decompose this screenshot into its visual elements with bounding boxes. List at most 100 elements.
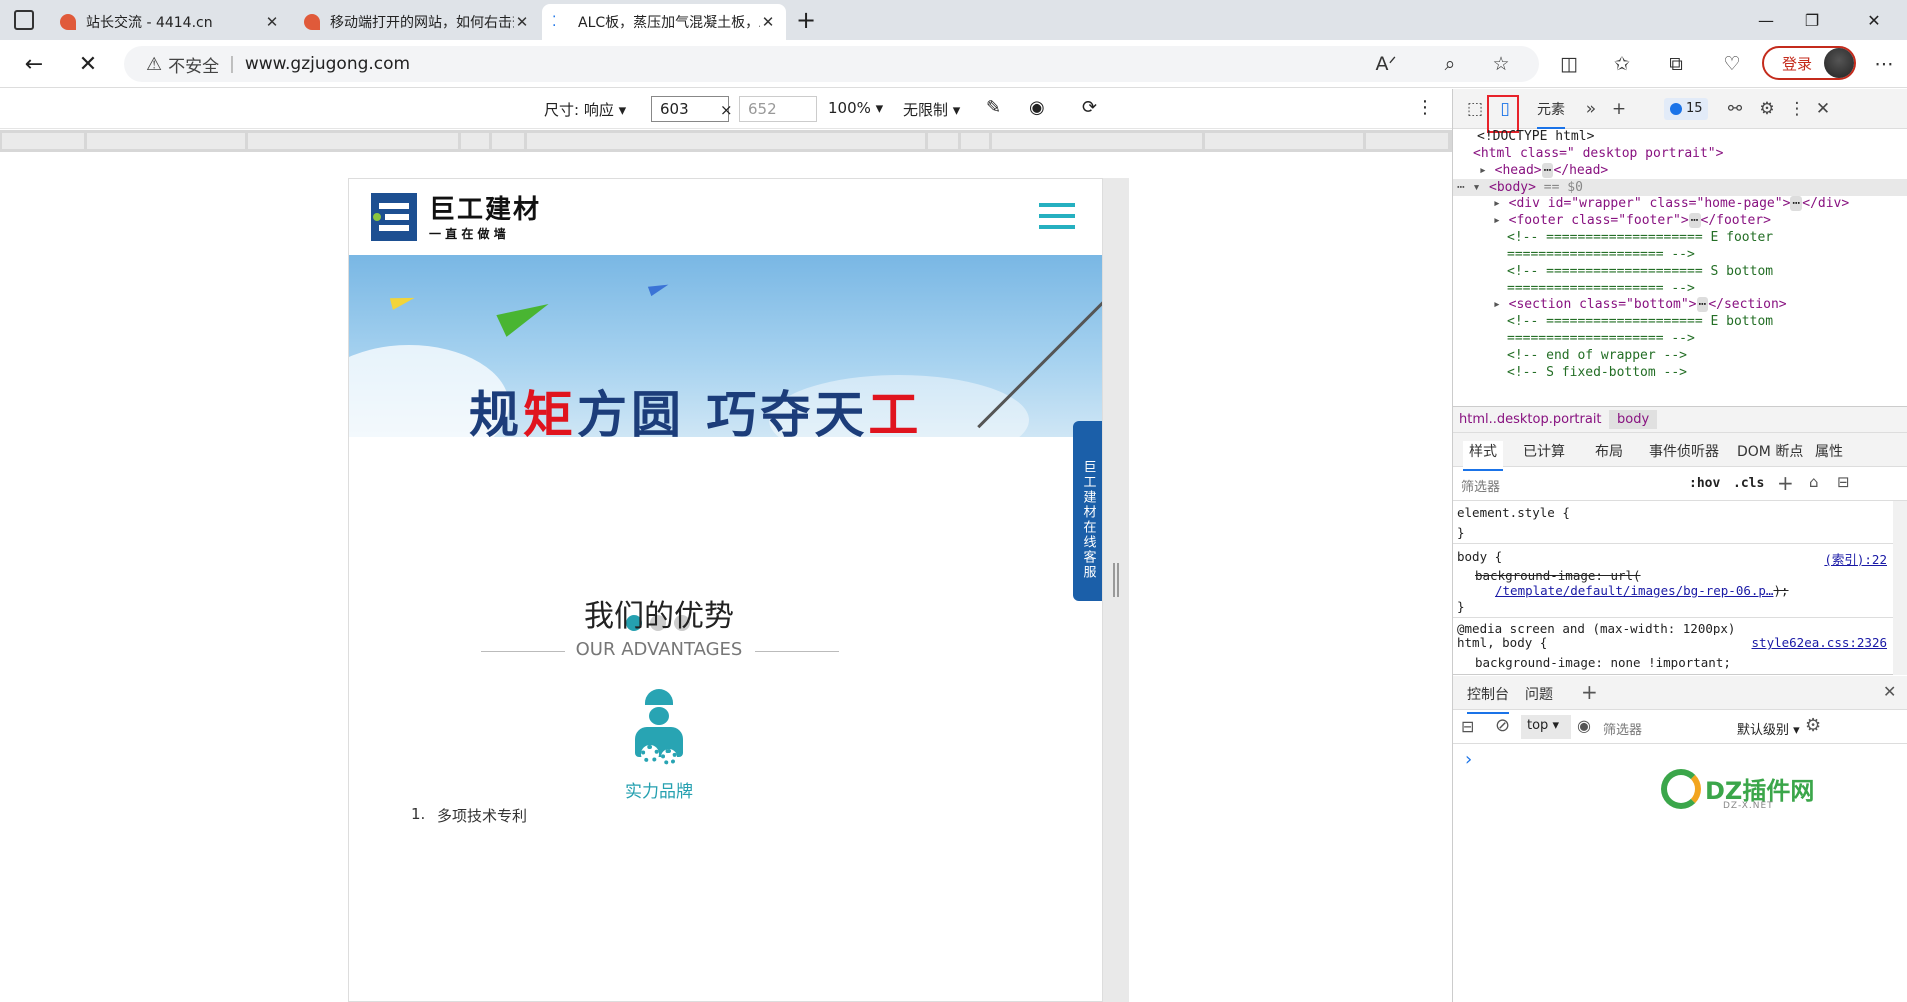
- rule-decl-bg[interactable]: background-image: url(: [1475, 568, 1641, 583]
- dom-comment[interactable]: ==================== -->: [1507, 247, 1695, 262]
- devtools-menu-icon[interactable]: ⋮: [1783, 95, 1811, 123]
- styles-filter-input[interactable]: 筛选器: [1461, 476, 1500, 495]
- media-query-bar[interactable]: [0, 130, 1452, 152]
- inspect-icon[interactable]: ⬚: [1461, 95, 1489, 123]
- logo-name[interactable]: 巨工建材: [429, 189, 541, 226]
- new-rule-icon[interactable]: +: [1777, 471, 1794, 495]
- back-icon[interactable]: ←: [16, 46, 52, 82]
- avatar[interactable]: [1824, 48, 1854, 78]
- restore-icon[interactable]: ❐: [1789, 0, 1835, 40]
- tab-dom-breakpoints[interactable]: DOM 断点: [1737, 441, 1803, 461]
- rule-source-link[interactable]: (索引):22: [1824, 549, 1887, 568]
- network-icon[interactable]: ⚯: [1721, 95, 1749, 123]
- styles-scrollbar[interactable]: [1893, 501, 1907, 675]
- dom-comment[interactable]: ==================== -->: [1507, 331, 1695, 346]
- warning-icon[interactable]: ⚠: [146, 54, 162, 75]
- device-more-icon[interactable]: ⋮: [1416, 97, 1434, 118]
- add-drawer-tab-icon[interactable]: +: [1581, 680, 1598, 704]
- dom-div-wrapper[interactable]: ▸ <div id="wrapper" class="home-page"> ⋯ <…: [1493, 196, 1849, 211]
- dom-body[interactable]: <body> == $0: [1489, 180, 1583, 195]
- sidebar-toggle-icon[interactable]: ⊟: [1837, 473, 1850, 491]
- settings-gear-icon[interactable]: ⚙: [1753, 95, 1781, 123]
- close-drawer-icon[interactable]: ✕: [1883, 682, 1896, 701]
- paint-icon[interactable]: ⌂: [1809, 473, 1819, 491]
- dom-comment[interactable]: <!-- ==================== S bottom: [1507, 264, 1773, 279]
- eyedropper-icon[interactable]: ✎: [986, 97, 1001, 118]
- dom-comment[interactable]: <!-- S fixed-bottom -->: [1507, 365, 1687, 380]
- tab-issues[interactable]: 问题: [1525, 684, 1553, 704]
- new-tab-icon[interactable]: +: [792, 6, 820, 34]
- dom-footer[interactable]: ▸ <footer class="footer"> ⋯ </footer>: [1493, 213, 1771, 228]
- console-prompt[interactable]: ›: [1465, 749, 1472, 770]
- context-select[interactable]: top ▾: [1521, 715, 1571, 739]
- console-sidebar-icon[interactable]: ⊟: [1461, 717, 1474, 736]
- resize-handle[interactable]: [1113, 563, 1119, 597]
- read-aloud-icon[interactable]: Aᐟ: [1368, 46, 1404, 82]
- add-tab-icon[interactable]: +: [1605, 95, 1633, 123]
- tab-layout[interactable]: 布局: [1595, 441, 1623, 461]
- rule-source-link[interactable]: style62ea.css:2326: [1752, 635, 1887, 650]
- dom-head[interactable]: ▸ <head> ⋯ </head>: [1479, 163, 1608, 178]
- zoom-select[interactable]: 100% ▾: [828, 99, 883, 117]
- rule-element-style[interactable]: element.style {: [1457, 505, 1570, 520]
- url-field[interactable]: ⚠ 不安全 | www.gzjugong.com: [124, 46, 1539, 82]
- throttle-select[interactable]: 无限制 ▾: [903, 99, 960, 120]
- hero-banner[interactable]: 规矩方圆 巧夺天工: [349, 255, 1102, 437]
- url-text[interactable]: www.gzjugong.com: [245, 54, 410, 74]
- viewport-resize-area[interactable]: [1103, 178, 1129, 1002]
- close-tab-icon[interactable]: ✕: [514, 13, 530, 31]
- hamburger-menu-icon[interactable]: [1039, 203, 1075, 229]
- more-tabs-icon[interactable]: »: [1577, 95, 1605, 123]
- dom-html[interactable]: <html class=" desktop portrait">: [1473, 146, 1723, 161]
- rule-decl-none[interactable]: background-image: none !important;: [1475, 655, 1731, 670]
- clear-console-icon[interactable]: ⊘: [1495, 715, 1510, 736]
- health-icon[interactable]: ♡: [1714, 46, 1750, 82]
- logo-icon[interactable]: [371, 193, 417, 241]
- styles-pane-more[interactable]: html, body { style62ea.css:2326 backgrou…: [1453, 635, 1893, 675]
- dom-comment[interactable]: <!-- ==================== E bottom: [1507, 314, 1773, 329]
- minimize-icon[interactable]: —: [1743, 0, 1789, 40]
- security-label[interactable]: 不安全: [168, 52, 219, 77]
- width-input[interactable]: 603: [651, 96, 729, 122]
- close-tab-icon[interactable]: ✕: [760, 13, 776, 31]
- tab-event-listeners[interactable]: 事件侦听器: [1649, 441, 1719, 461]
- collections-icon[interactable]: ⧉: [1658, 46, 1694, 82]
- close-devtools-icon[interactable]: ✕: [1809, 95, 1837, 123]
- rule-html-body[interactable]: html, body {: [1457, 635, 1547, 650]
- tab-actions-icon[interactable]: [14, 10, 34, 30]
- tab-alc[interactable]: ⁚ ALC板，蒸压加气混凝土板，ALC ✕: [542, 4, 786, 40]
- styles-pane[interactable]: element.style { } body { (索引):22 backgro…: [1453, 501, 1893, 635]
- dom-comment[interactable]: <!-- end of wrapper -->: [1507, 348, 1687, 363]
- console-settings-icon[interactable]: ⚙: [1805, 715, 1821, 736]
- dom-comment[interactable]: ==================== -->: [1507, 281, 1695, 296]
- dom-comment[interactable]: <!-- ==================== E footer: [1507, 230, 1773, 245]
- more-menu-icon[interactable]: ⋯: [1866, 46, 1902, 82]
- dom-doctype[interactable]: <!DOCTYPE html>: [1477, 129, 1594, 144]
- split-screen-icon[interactable]: ◫: [1551, 46, 1587, 82]
- crumb-html[interactable]: html..desktop.portrait: [1459, 412, 1602, 427]
- close-tab-icon[interactable]: ✕: [264, 13, 280, 31]
- tab-computed[interactable]: 已计算: [1523, 441, 1565, 461]
- crumb-body[interactable]: body: [1609, 410, 1658, 429]
- sensor-icon[interactable]: ◉: [1029, 97, 1045, 118]
- dom-tree[interactable]: <!DOCTYPE html> <html class=" desktop po…: [1453, 129, 1907, 407]
- advantage-label[interactable]: 实力品牌: [349, 777, 969, 802]
- online-service-button[interactable]: 巨工建材在线客服: [1073, 421, 1102, 601]
- dom-section[interactable]: ▸ <section class="bottom"> ⋯ </section>: [1493, 297, 1787, 312]
- console-filter-input[interactable]: 筛选器: [1603, 719, 1642, 738]
- hov-toggle[interactable]: :hov: [1689, 476, 1720, 491]
- tab-elements[interactable]: 元素: [1537, 99, 1565, 129]
- tab-question[interactable]: 移动端打开的网站，如何右击查看 ✕: [294, 4, 540, 40]
- zoom-icon[interactable]: ⌕: [1432, 46, 1468, 82]
- media-query[interactable]: @media screen and (max-width: 1200px): [1457, 621, 1735, 635]
- height-input[interactable]: 652: [739, 96, 817, 122]
- favorites-icon[interactable]: ✩: [1604, 46, 1640, 82]
- cls-toggle[interactable]: .cls: [1733, 476, 1764, 491]
- rule-decl-url[interactable]: /template/default/images/bg-rep-06.p…);: [1495, 583, 1789, 598]
- dimensions-select[interactable]: 尺寸: 响应 ▾: [544, 99, 626, 120]
- live-expression-icon[interactable]: ◉: [1577, 716, 1591, 735]
- tab-properties[interactable]: 属性: [1815, 441, 1843, 461]
- rotate-icon[interactable]: ⟳: [1082, 97, 1097, 118]
- tab-4414[interactable]: 站长交流 - 4414.cn ✕: [50, 4, 290, 40]
- rule-body[interactable]: body {: [1457, 549, 1502, 564]
